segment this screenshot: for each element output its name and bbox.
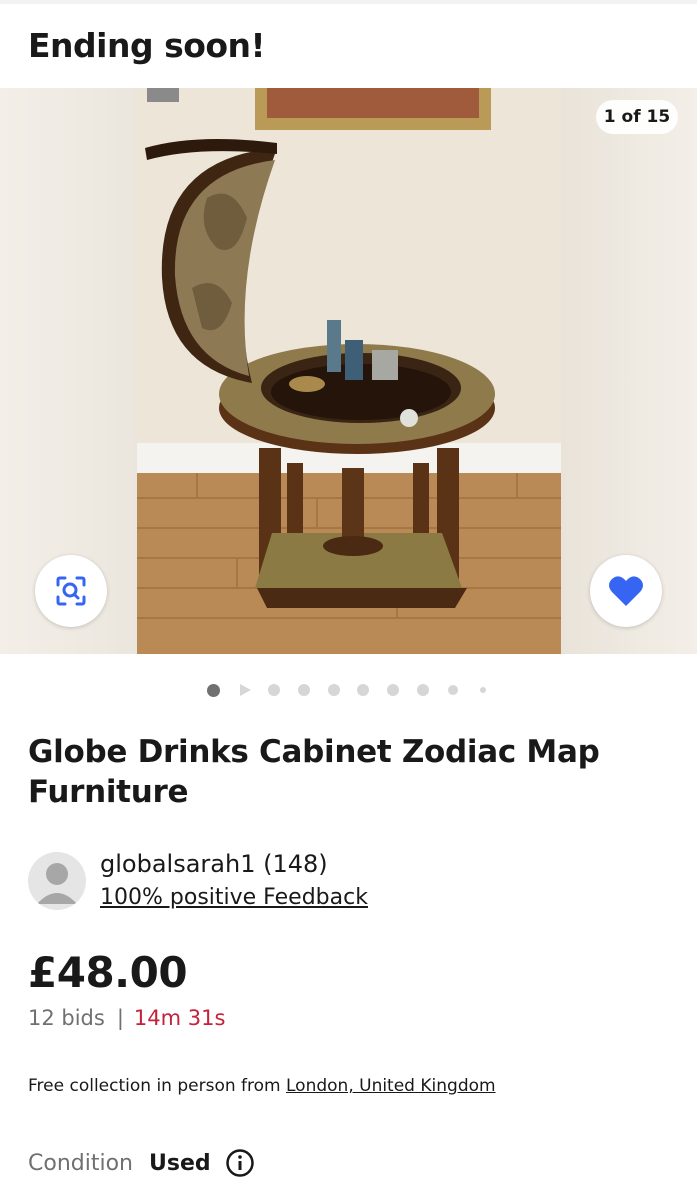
bid-count[interactable]: 12 bids (28, 1006, 105, 1030)
image-counter: 1 of 15 (596, 100, 678, 134)
gallery-pagination (0, 680, 697, 700)
collection-location-link[interactable]: London, United Kingdom (286, 1076, 496, 1096)
image-search-button[interactable] (35, 555, 107, 627)
pagination-dot[interactable] (417, 684, 429, 696)
condition-row: Condition Used (28, 1146, 255, 1180)
time-left: 14m 31s (133, 1006, 226, 1030)
current-price: £48.00 (28, 948, 188, 997)
play-video-icon[interactable] (238, 683, 252, 697)
seller-name[interactable]: globalsarah1 (148) (100, 850, 328, 878)
ending-soon-banner: Ending soon! (0, 4, 697, 88)
image-search-icon (56, 576, 86, 606)
delivery-text: Free collection in person from (28, 1076, 286, 1096)
bids-separator: | (116, 1006, 124, 1030)
pagination-dot-active[interactable] (207, 684, 220, 697)
seller-feedback-link[interactable]: 100% positive Feedback (100, 885, 368, 910)
pagination-dot[interactable] (357, 684, 369, 696)
pagination-dot[interactable] (387, 684, 399, 696)
image-gallery[interactable]: 1 of 15 (0, 88, 697, 654)
pagination-dot[interactable] (298, 684, 310, 696)
item-photo[interactable] (137, 88, 561, 654)
seller-avatar[interactable] (28, 852, 86, 910)
condition-label: Condition (28, 1150, 133, 1176)
avatar-icon (37, 863, 77, 904)
bids-time-row: 12 bids | 14m 31s (28, 1006, 225, 1030)
delivery-info: Free collection in person from London, U… (28, 1076, 496, 1096)
pagination-dot[interactable] (328, 684, 340, 696)
pagination-dot[interactable] (480, 687, 486, 693)
pagination-dot[interactable] (448, 685, 458, 695)
watch-button[interactable] (590, 555, 662, 627)
heart-icon (609, 576, 643, 606)
condition-value: Used (148, 1150, 211, 1176)
item-title: Globe Drinks Cabinet Zodiac Map Furnitur… (28, 734, 600, 810)
info-icon[interactable] (225, 1148, 255, 1178)
banner-title: Ending soon! (28, 26, 266, 65)
pagination-dot[interactable] (268, 684, 280, 696)
